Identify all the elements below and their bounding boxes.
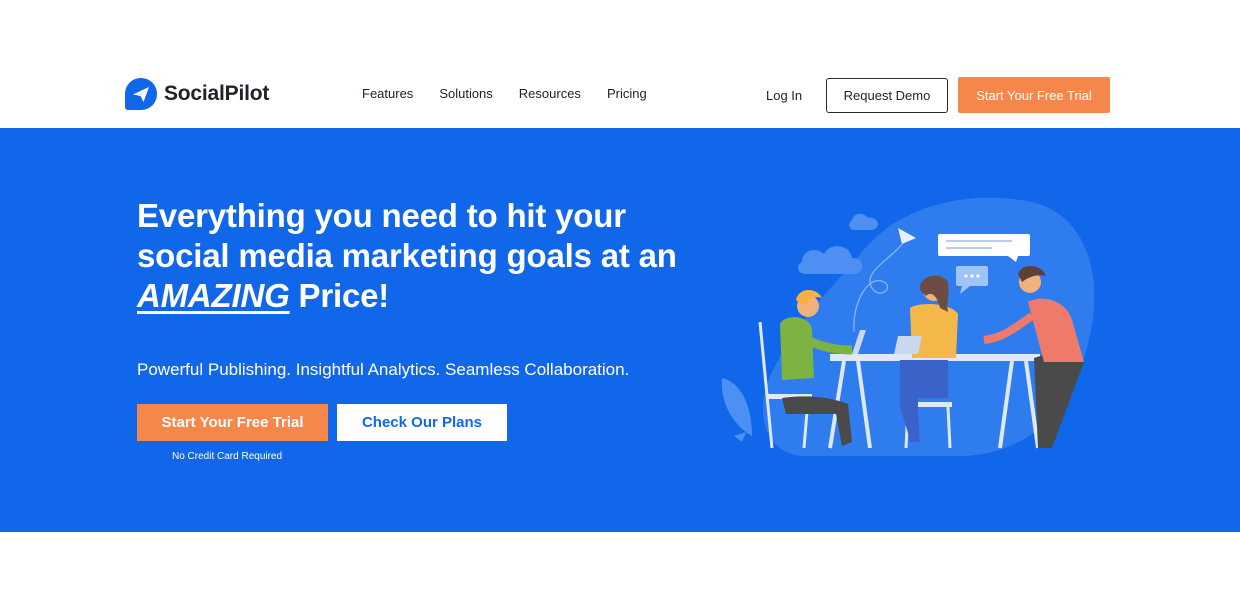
nav-item-pricing[interactable]: Pricing <box>607 86 647 102</box>
request-demo-button[interactable]: Request Demo <box>826 78 948 113</box>
hero-headline: Everything you need to hit your social m… <box>137 196 727 316</box>
nav-item-solutions[interactable]: Solutions <box>439 86 492 102</box>
brand-name: SocialPilot <box>164 82 270 105</box>
brand-logo[interactable]: SocialPilot <box>124 77 269 111</box>
main-nav: Features Solutions Resources Pricing <box>362 86 673 102</box>
team-collaboration-illustration <box>721 197 1095 456</box>
nav-item-features[interactable]: Features <box>362 86 413 102</box>
headline-line-2: social media marketing goals at an <box>137 237 677 274</box>
header-free-trial-button[interactable]: Start Your Free Trial <box>958 77 1110 113</box>
site-header: SocialPilot Features Solutions Resources… <box>0 0 1240 128</box>
headline-emphasis: AMAZING <box>137 277 290 314</box>
check-plans-button[interactable]: Check Our Plans <box>337 404 507 441</box>
headline-line-1: Everything you need to hit your <box>137 197 626 234</box>
paper-plane-icon <box>125 78 157 110</box>
start-free-trial-button[interactable]: Start Your Free Trial <box>137 404 328 441</box>
no-credit-card-note: No Credit Card Required <box>172 451 283 462</box>
hero-subheadline: Powerful Publishing. Insightful Analytic… <box>137 360 630 379</box>
login-link[interactable]: Log In <box>766 88 802 103</box>
headline-end: Price! <box>289 277 390 314</box>
hero-section: Everything you need to hit your social m… <box>0 128 1240 532</box>
nav-item-resources[interactable]: Resources <box>519 86 581 102</box>
